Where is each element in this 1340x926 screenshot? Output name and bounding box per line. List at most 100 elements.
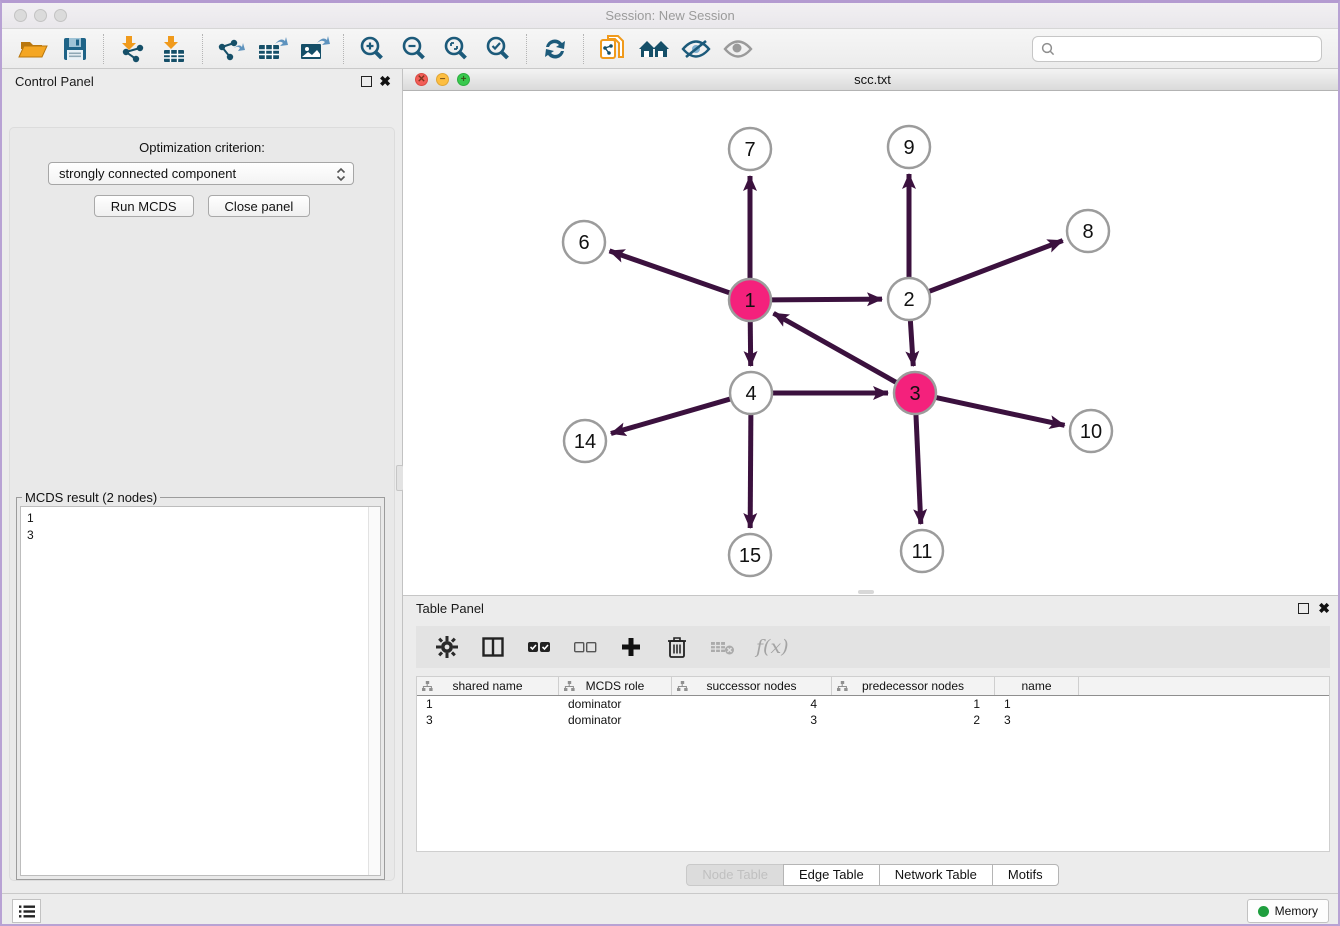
close-window-icon[interactable] xyxy=(14,9,27,22)
column-header-MCDS-role[interactable]: MCDS role xyxy=(559,677,672,695)
graph-edge-4-15[interactable] xyxy=(750,414,751,528)
graph-node-4[interactable]: 4 xyxy=(730,372,772,414)
apply-function-button[interactable]: f(x) xyxy=(756,634,789,660)
search-input[interactable] xyxy=(1061,41,1313,56)
float-panel-icon[interactable] xyxy=(361,76,372,87)
add-row-button[interactable] xyxy=(618,634,644,660)
select-all-button[interactable] xyxy=(526,634,552,660)
graph-node-9[interactable]: 9 xyxy=(888,126,930,168)
canvas-resize-grip[interactable] xyxy=(858,590,874,594)
memory-button[interactable]: Memory xyxy=(1247,899,1329,923)
zoom-in-button[interactable] xyxy=(351,33,393,65)
cell-MCDS-role[interactable]: dominator xyxy=(559,696,672,712)
zoom-selected-button[interactable] xyxy=(477,33,519,65)
home-button[interactable] xyxy=(633,33,675,65)
cell-name[interactable]: 1 xyxy=(995,696,1079,712)
table-row[interactable]: 1dominator411 xyxy=(417,696,1329,712)
cell-predecessor-nodes[interactable]: 2 xyxy=(832,712,995,728)
graph-node-6[interactable]: 6 xyxy=(563,221,605,263)
node-table[interactable]: shared nameMCDS rolesuccessor nodesprede… xyxy=(416,676,1330,852)
export-image-button[interactable] xyxy=(294,33,336,65)
graph-edge-3-11[interactable] xyxy=(916,414,921,524)
graph-edge-1-6[interactable] xyxy=(609,251,730,293)
cell-shared-name[interactable]: 3 xyxy=(417,712,559,728)
network-canvas[interactable]: 7 9 6 8 1 2 4 3 14 10 15 11 xyxy=(403,91,1340,595)
attribute-icon xyxy=(564,681,575,692)
graph-edge-2-8[interactable] xyxy=(929,241,1063,292)
export-network-button[interactable] xyxy=(210,33,252,65)
network-close-icon[interactable]: ✕ xyxy=(415,73,428,86)
tab-network-table[interactable]: Network Table xyxy=(879,864,993,886)
node-label: 11 xyxy=(912,541,933,563)
zoom-fit-button[interactable] xyxy=(435,33,477,65)
float-table-panel-icon[interactable] xyxy=(1298,603,1309,614)
graph-edge-2-3[interactable] xyxy=(910,320,913,366)
tab-motifs[interactable]: Motifs xyxy=(992,864,1059,886)
maximize-window-icon[interactable] xyxy=(54,9,67,22)
graph-node-8[interactable]: 8 xyxy=(1067,210,1109,252)
node-label: 2 xyxy=(903,289,914,311)
column-header-shared-name[interactable]: shared name xyxy=(417,677,559,695)
clone-network-button[interactable] xyxy=(591,33,633,65)
column-header-successor-nodes[interactable]: successor nodes xyxy=(672,677,832,695)
tab-edge-table[interactable]: Edge Table xyxy=(783,864,880,886)
graph-node-7[interactable]: 7 xyxy=(729,128,771,170)
run-mcds-button[interactable]: Run MCDS xyxy=(94,195,194,217)
graph-node-14[interactable]: 14 xyxy=(564,420,606,462)
zoom-selected-icon xyxy=(484,35,512,63)
graph-node-10[interactable]: 10 xyxy=(1070,410,1112,452)
export-table-button[interactable] xyxy=(252,33,294,65)
save-session-button[interactable] xyxy=(54,33,96,65)
close-table-panel-icon[interactable]: ✖ xyxy=(1318,601,1330,615)
deselect-all-button[interactable] xyxy=(572,634,598,660)
column-header-name[interactable]: name xyxy=(995,677,1079,695)
split-view-button[interactable] xyxy=(480,634,506,660)
graph-node-11[interactable]: 11 xyxy=(901,530,943,572)
tab-node-table[interactable]: Node Table xyxy=(686,864,784,886)
network-maximize-icon[interactable]: + xyxy=(457,73,470,86)
import-network-button[interactable] xyxy=(111,33,153,65)
graph-node-15[interactable]: 15 xyxy=(729,534,771,576)
close-panel-button[interactable]: Close panel xyxy=(208,195,311,217)
home-icon xyxy=(637,37,671,61)
graph-edge-3-10[interactable] xyxy=(936,397,1065,425)
open-session-button[interactable] xyxy=(12,33,54,65)
table-settings-button[interactable] xyxy=(434,634,460,660)
graph-edge-3-1[interactable] xyxy=(774,313,897,382)
table-row[interactable]: 3dominator323 xyxy=(417,712,1329,728)
cell-MCDS-role[interactable]: dominator xyxy=(559,712,672,728)
show-all-button[interactable] xyxy=(717,33,759,65)
graph-node-2[interactable]: 2 xyxy=(888,278,930,320)
graph-node-3[interactable]: 3 xyxy=(894,372,936,414)
import-table-icon xyxy=(160,35,188,63)
cell-shared-name[interactable]: 1 xyxy=(417,696,559,712)
delete-row-button[interactable] xyxy=(664,634,690,660)
import-table-button[interactable] xyxy=(153,33,195,65)
cell-predecessor-nodes[interactable]: 1 xyxy=(832,696,995,712)
graph-node-1[interactable]: 1 xyxy=(729,279,771,321)
task-history-button[interactable] xyxy=(12,899,41,923)
graph-edge-1-2[interactable] xyxy=(771,299,882,300)
minimize-window-icon[interactable] xyxy=(34,9,47,22)
network-graph[interactable]: 7 9 6 8 1 2 4 3 14 10 15 11 xyxy=(403,91,1340,595)
cell-name[interactable]: 3 xyxy=(995,712,1079,728)
node-label: 14 xyxy=(574,431,596,453)
result-scrollbar[interactable] xyxy=(368,507,380,875)
search-box[interactable] xyxy=(1032,36,1322,62)
column-header-predecessor-nodes[interactable]: predecessor nodes xyxy=(832,677,995,695)
mcds-result-area[interactable]: 1 3 xyxy=(20,506,381,876)
hide-selected-button[interactable] xyxy=(675,33,717,65)
refresh-button[interactable] xyxy=(534,33,576,65)
search-icon xyxy=(1041,42,1055,56)
graph-edge-4-14[interactable] xyxy=(611,399,731,434)
close-panel-icon[interactable]: ✖ xyxy=(379,74,391,88)
criterion-dropdown[interactable]: strongly connected component xyxy=(48,162,354,185)
delete-table-button[interactable] xyxy=(710,634,736,660)
cell-successor-nodes[interactable]: 4 xyxy=(672,696,832,712)
memory-button-label: Memory xyxy=(1275,904,1318,918)
network-minimize-icon[interactable]: − xyxy=(436,73,449,86)
zoom-out-icon xyxy=(400,35,428,63)
zoom-out-button[interactable] xyxy=(393,33,435,65)
control-panel-title: Control Panel xyxy=(15,74,94,89)
cell-successor-nodes[interactable]: 3 xyxy=(672,712,832,728)
